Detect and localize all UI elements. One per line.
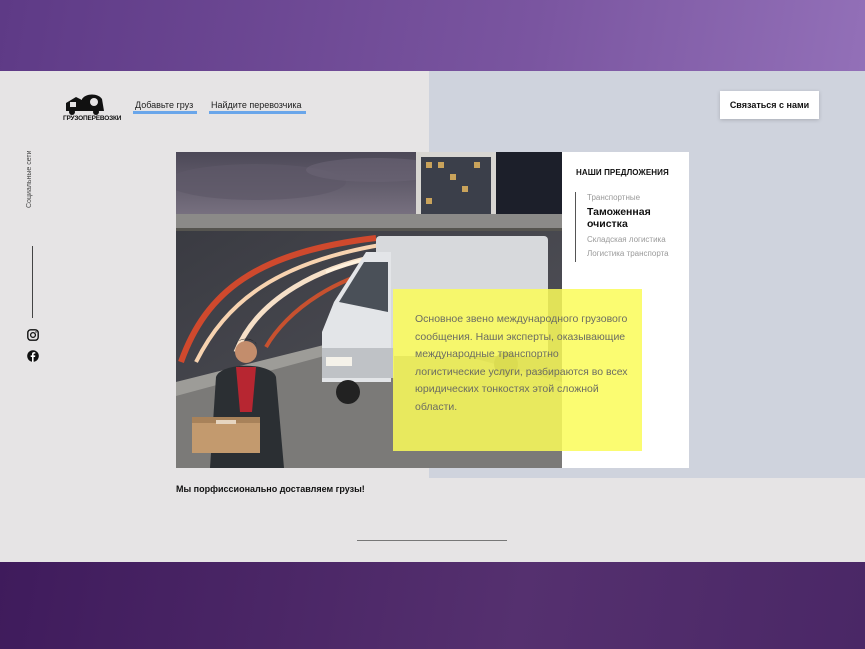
description-text: Основное звено международного грузового … — [415, 313, 628, 413]
offers-list: Транспортные Таможенная очистка Складска… — [575, 192, 669, 262]
instagram-icon[interactable] — [27, 329, 39, 341]
facebook-icon[interactable] — [27, 350, 39, 362]
offers-title: НАШИ ПРЕДЛОЖЕНИЯ — [576, 168, 669, 177]
offer-item-transport[interactable]: Транспортные — [587, 192, 669, 203]
contact-us-button[interactable]: Связаться с нами — [720, 91, 819, 119]
nav-add-cargo-link[interactable]: Добавьте груз — [132, 100, 198, 114]
social-divider — [32, 246, 33, 318]
logo-text: ГРУЗОПЕРЕВОЗКИ — [63, 115, 122, 122]
bottom-divider — [357, 540, 507, 541]
offer-item-customs[interactable]: Таможенная очистка — [587, 206, 667, 230]
tagline: Мы порфиссионально доставляем грузы! — [176, 484, 365, 494]
social-label: Социальные сети — [26, 150, 33, 208]
description-card: Основное звено международного грузового … — [393, 289, 642, 451]
nav-find-carrier-link[interactable]: Найдите перевозчика — [209, 100, 305, 114]
landing-page: ГРУЗОПЕРЕВОЗКИ Добавьте груз Найдите пер… — [0, 71, 865, 562]
offer-item-transport-logistics[interactable]: Логистика транспорта — [587, 248, 669, 259]
offer-item-warehouse[interactable]: Складская логистика — [587, 234, 669, 245]
background-bottom-band — [0, 562, 865, 649]
